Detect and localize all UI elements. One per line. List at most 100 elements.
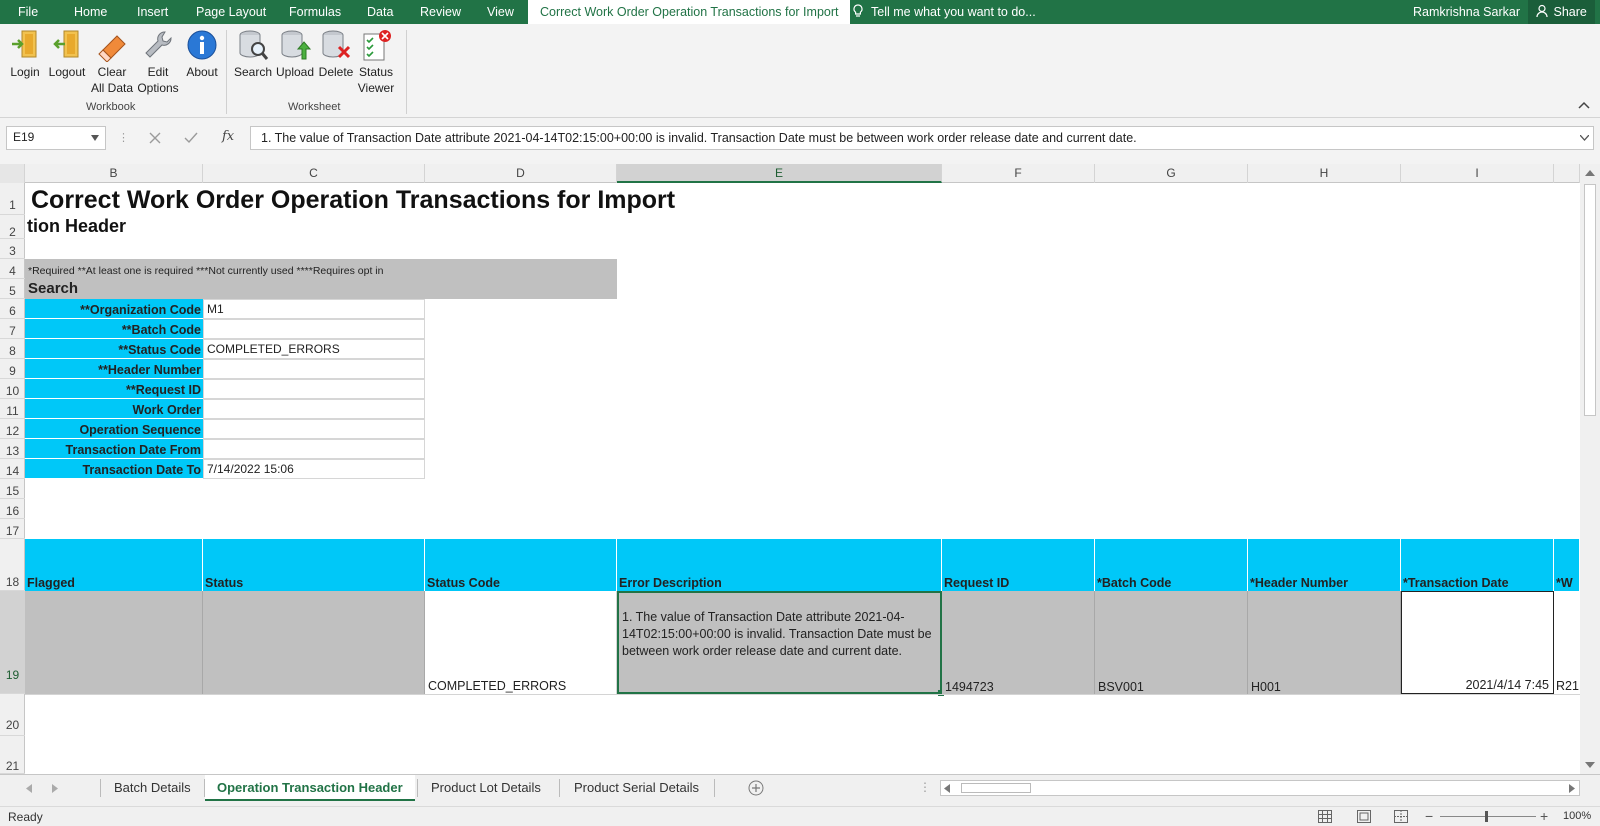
table-header-flagged[interactable]: Flagged	[25, 539, 203, 591]
column-header-g[interactable]: G	[1095, 164, 1248, 183]
cell-transaction-date[interactable]: 2021/4/14 7:45	[1401, 591, 1554, 694]
zoom-slider[interactable]	[1440, 816, 1536, 817]
batch-code-input[interactable]	[203, 319, 425, 339]
cell-batch-code[interactable]: BSV001	[1095, 591, 1248, 694]
column-header-j[interactable]	[1554, 164, 1580, 183]
table-header-work-order[interactable]: *W	[1554, 539, 1580, 591]
menu-page-layout[interactable]: Page Layout	[196, 0, 266, 24]
request-id-input[interactable]	[203, 379, 425, 399]
column-header-c[interactable]: C	[203, 164, 425, 183]
row-header[interactable]: 18	[0, 539, 25, 591]
select-all-corner[interactable]	[0, 164, 25, 183]
row-header[interactable]: 19	[0, 591, 25, 694]
row-header[interactable]: 2	[0, 215, 25, 239]
about-button[interactable]: About	[182, 28, 222, 80]
row-header[interactable]: 20	[0, 694, 25, 736]
row-header[interactable]: 4	[0, 259, 25, 279]
menu-view[interactable]: View	[487, 0, 514, 24]
collapse-ribbon-icon[interactable]	[1578, 100, 1590, 110]
table-header-error-description[interactable]: Error Description	[617, 539, 942, 591]
zoom-level[interactable]: 100%	[1563, 810, 1591, 822]
row-header[interactable]: 13	[0, 439, 25, 459]
column-header-h[interactable]: H	[1248, 164, 1401, 183]
header-number-input[interactable]	[203, 359, 425, 379]
zoom-out-button[interactable]: −	[1425, 808, 1433, 824]
split-handle-icon[interactable]: ⋮	[919, 780, 931, 794]
scroll-right-icon[interactable]	[1569, 784, 1575, 793]
menu-data[interactable]: Data	[367, 0, 393, 24]
menu-correct-work-order[interactable]: Correct Work Order Operation Transaction…	[528, 0, 851, 24]
transaction-date-from-input[interactable]	[203, 439, 425, 459]
cell-flagged[interactable]	[25, 591, 203, 694]
add-sheet-icon[interactable]	[748, 780, 764, 796]
tab-operation-transaction-header[interactable]: Operation Transaction Header	[205, 775, 415, 801]
scroll-left-icon[interactable]	[944, 784, 950, 793]
row-header[interactable]: 21	[0, 736, 25, 774]
row-header[interactable]: 7	[0, 319, 25, 339]
login-button[interactable]: Login	[8, 28, 42, 80]
menu-formulas[interactable]: Formulas	[289, 0, 341, 24]
table-header-header-number[interactable]: *Header Number	[1248, 539, 1401, 591]
vertical-scroll-thumb[interactable]	[1584, 184, 1596, 416]
column-header-b[interactable]: B	[25, 164, 203, 183]
expand-formula-icon[interactable]	[1580, 135, 1589, 141]
insert-function-icon[interactable]: fx	[222, 129, 234, 144]
scroll-up-icon[interactable]	[1585, 170, 1595, 176]
row-header[interactable]: 3	[0, 239, 25, 259]
scroll-down-icon[interactable]	[1585, 762, 1595, 768]
table-header-status[interactable]: Status	[203, 539, 425, 591]
menu-insert[interactable]: Insert	[137, 0, 168, 24]
status-code-input[interactable]: COMPLETED_ERRORS	[203, 339, 425, 359]
cancel-icon[interactable]	[149, 132, 161, 144]
page-break-view-icon[interactable]	[1394, 810, 1408, 823]
row-header[interactable]: 17	[0, 519, 25, 539]
cell-status-code[interactable]: COMPLETED_ERRORS	[425, 591, 617, 694]
row-header[interactable]: 14	[0, 459, 25, 479]
normal-view-icon[interactable]	[1318, 810, 1332, 823]
formula-input[interactable]: 1. The value of Transaction Date attribu…	[250, 126, 1594, 150]
page-layout-view-icon[interactable]	[1357, 810, 1371, 823]
cell-error-description[interactable]: 1. The value of Transaction Date attribu…	[617, 591, 942, 694]
edit-options-button[interactable]: Edit Options	[136, 28, 180, 96]
work-order-input[interactable]	[203, 399, 425, 419]
horizontal-scrollbar[interactable]	[940, 780, 1580, 796]
status-viewer-button[interactable]: Status Viewer	[356, 28, 396, 96]
zoom-in-button[interactable]: +	[1540, 808, 1548, 824]
upload-button[interactable]: Upload	[274, 28, 316, 80]
tab-scroll-right-icon[interactable]	[52, 784, 58, 793]
transaction-date-to-input[interactable]: 7/14/2022 15:06	[203, 459, 425, 479]
organization-code-input[interactable]: M1	[203, 299, 425, 319]
row-header[interactable]: 9	[0, 359, 25, 379]
table-header-request-id[interactable]: Request ID	[942, 539, 1095, 591]
cell-header-number[interactable]: H001	[1248, 591, 1401, 694]
tab-scroll-left-icon[interactable]	[26, 784, 32, 793]
row-header[interactable]: 12	[0, 419, 25, 439]
row-header[interactable]: 5	[0, 279, 25, 299]
chevron-down-icon[interactable]	[91, 135, 99, 141]
row-header[interactable]: 1	[0, 183, 25, 215]
row-header[interactable]: 10	[0, 379, 25, 399]
enter-check-icon[interactable]	[184, 132, 198, 144]
cell-request-id[interactable]: 1494723	[942, 591, 1095, 694]
delete-button[interactable]: Delete	[316, 28, 356, 80]
row-header[interactable]: 8	[0, 339, 25, 359]
row-header[interactable]: 6	[0, 299, 25, 319]
operation-sequence-input[interactable]	[203, 419, 425, 439]
menu-review[interactable]: Review	[420, 0, 461, 24]
tell-me-box[interactable]: Tell me what you want to do...	[871, 0, 1036, 24]
column-header-e[interactable]: E	[617, 164, 942, 183]
tab-product-serial-details[interactable]: Product Serial Details	[562, 775, 711, 801]
row-header[interactable]: 11	[0, 399, 25, 419]
horizontal-scroll-thumb[interactable]	[961, 783, 1031, 793]
vertical-scrollbar[interactable]	[1580, 164, 1600, 774]
table-header-transaction-date[interactable]: *Transaction Date	[1401, 539, 1554, 591]
zoom-slider-thumb[interactable]	[1485, 811, 1488, 822]
table-header-status-code[interactable]: Status Code	[425, 539, 617, 591]
menu-home[interactable]: Home	[74, 0, 107, 24]
search-button[interactable]: Search	[232, 28, 274, 80]
menu-file[interactable]: File	[18, 0, 38, 24]
row-header[interactable]: 15	[0, 479, 25, 499]
column-header-d[interactable]: D	[425, 164, 617, 183]
table-header-batch-code[interactable]: *Batch Code	[1095, 539, 1248, 591]
row-header[interactable]: 16	[0, 499, 25, 519]
